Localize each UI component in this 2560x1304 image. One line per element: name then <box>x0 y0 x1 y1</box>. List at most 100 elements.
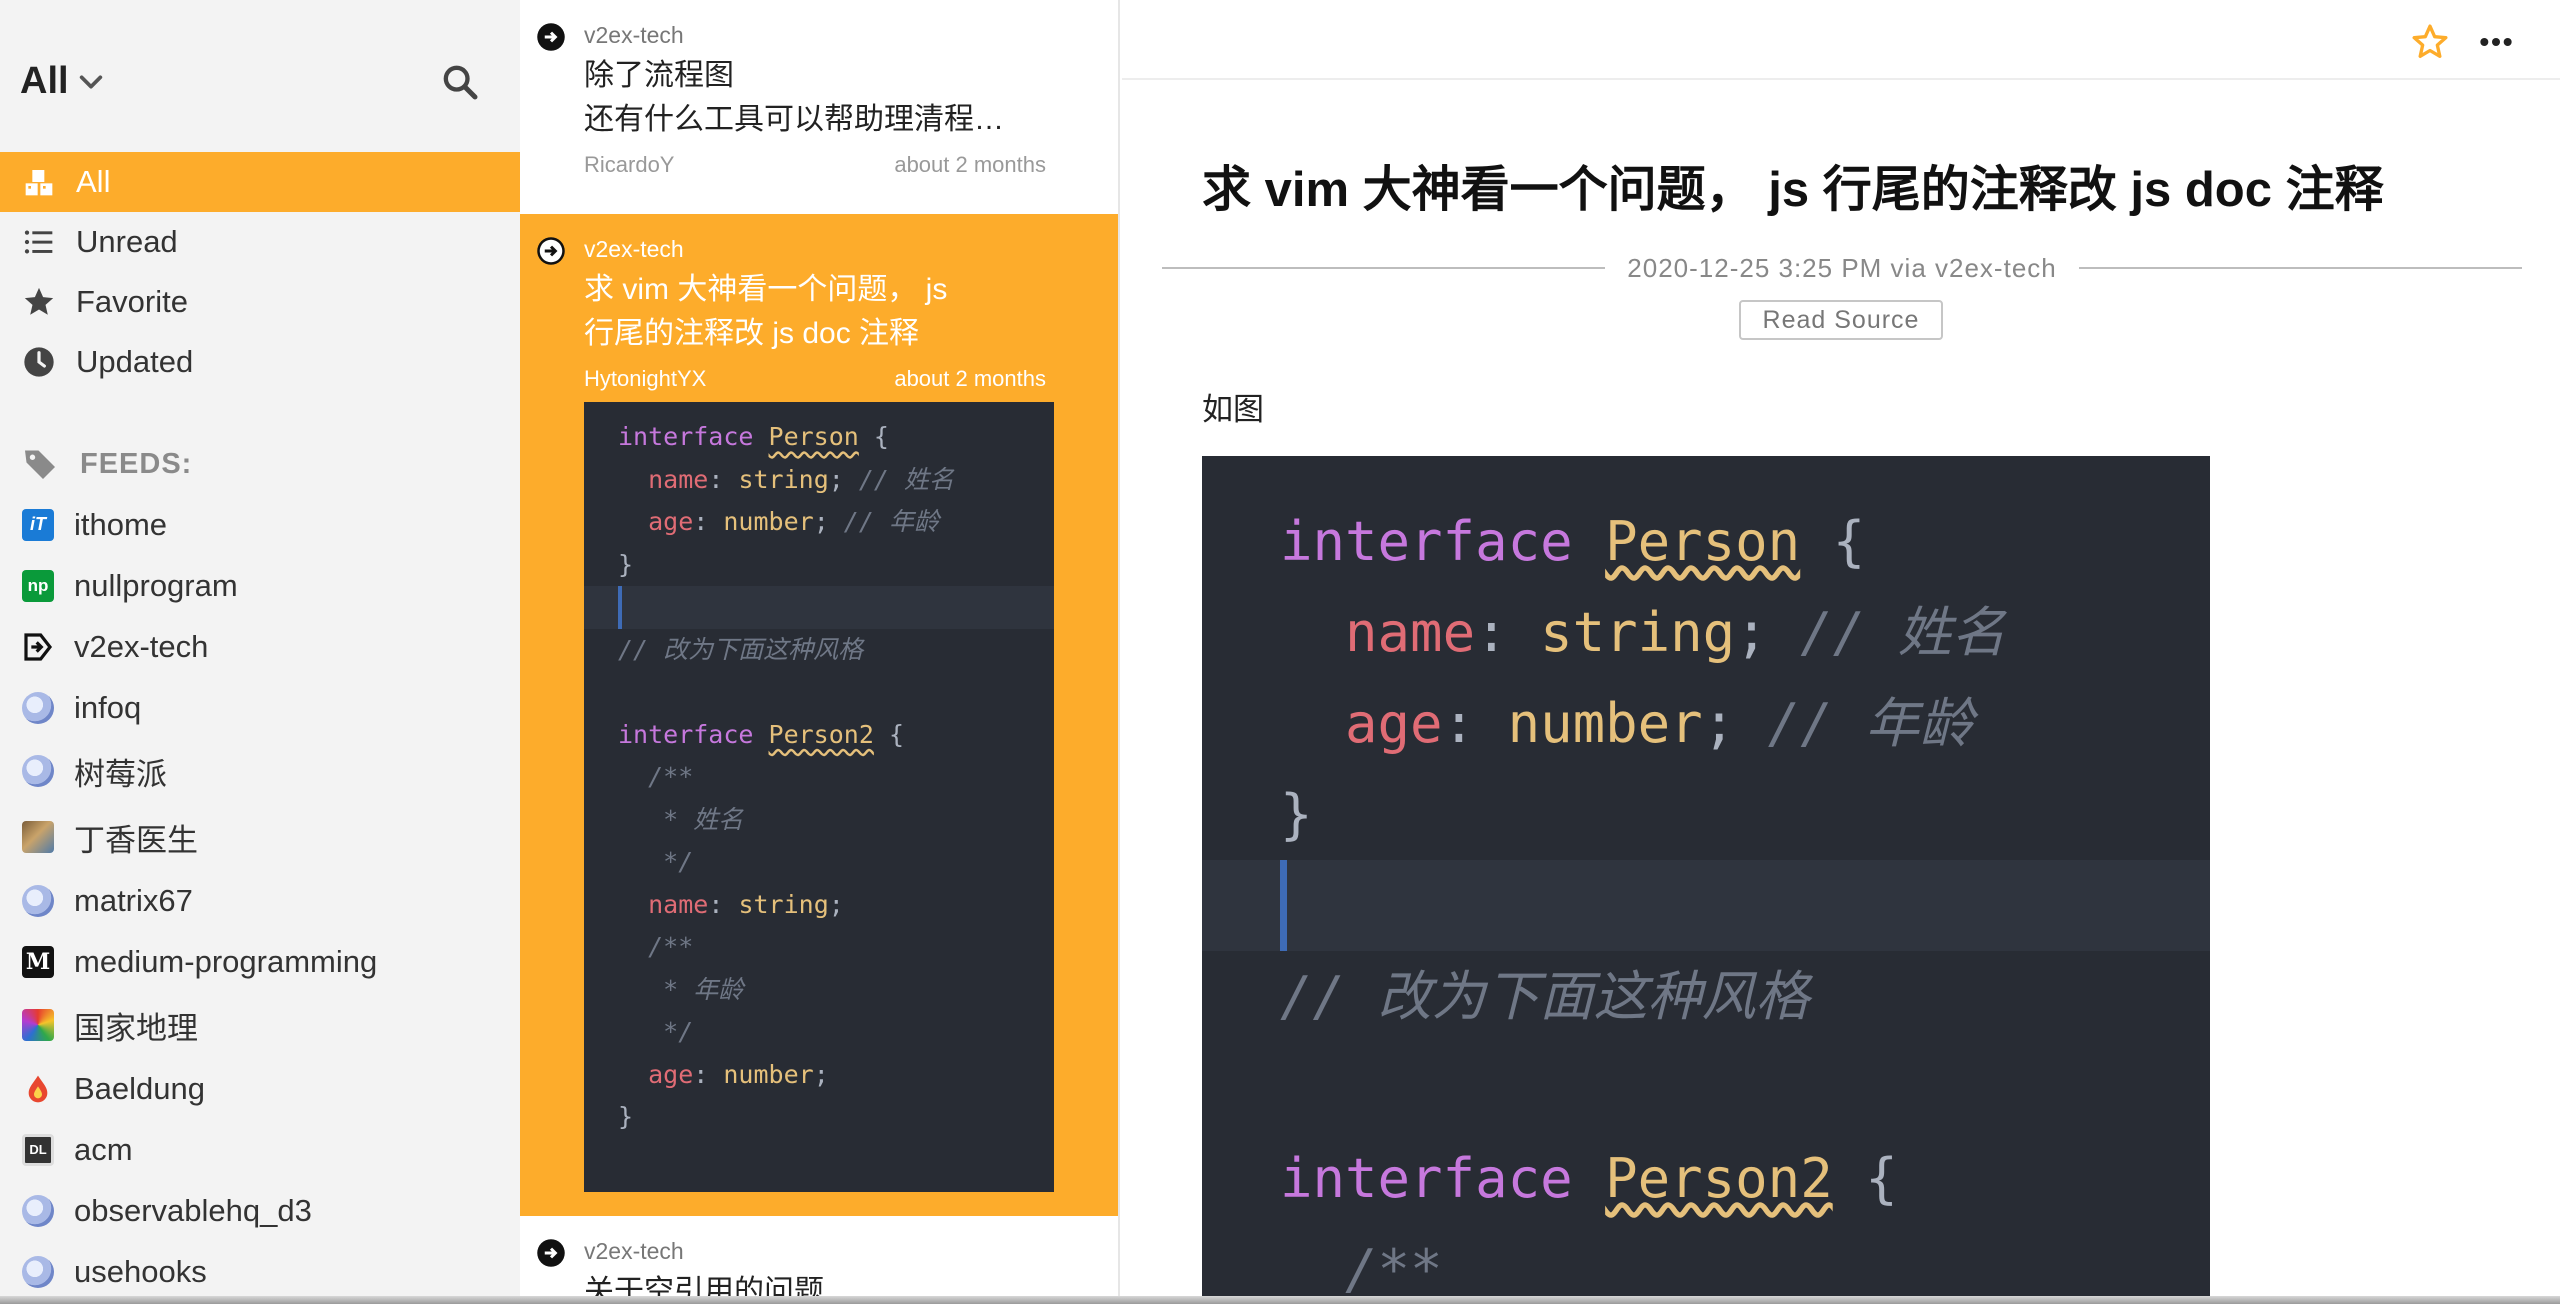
dxy-icon <box>22 821 54 853</box>
app-window: All All Unread Favorite Updated FEEDS: i… <box>0 0 2560 1304</box>
star-outline-icon[interactable] <box>2410 22 2450 62</box>
list-icon <box>22 225 56 259</box>
nav-label: Updated <box>76 344 194 379</box>
nav-label: All <box>76 164 111 199</box>
feed-label: infoq <box>74 689 142 725</box>
feed-item-acm[interactable]: DL acm <box>0 1119 520 1180</box>
article-meta-row: 2020-12-25 3:25 PM via v2ex-tech <box>1162 250 2523 286</box>
code-line: // 改为下面这种风格 <box>1280 965 1810 1028</box>
medium-icon: M <box>22 945 54 978</box>
baeldung-icon <box>22 1073 54 1105</box>
article-meta: HytonightYX about 2 months <box>584 366 1046 392</box>
code-line: age: number; // 年龄 <box>1345 692 1974 755</box>
list-item-selected[interactable]: v2ex-tech 求 vim 大神看一个问题， js 行尾的注释改 js do… <box>520 214 1118 1216</box>
feed-item-observablehq-d3[interactable]: observablehq_d3 <box>0 1180 520 1241</box>
feed-item-natgeo[interactable]: 国家地理 <box>0 992 520 1058</box>
nullprogram-icon: np <box>22 569 54 602</box>
code-line: /** <box>1345 1238 1443 1301</box>
code-line: } <box>1280 783 1313 846</box>
divider <box>1162 267 1606 269</box>
nav-item-updated[interactable]: Updated <box>0 332 520 392</box>
article-date: 2020-12-25 3:25 PM via v2ex-tech <box>1627 252 2057 283</box>
article-title-line: 行尾的注释改 js doc 注释 <box>584 317 920 350</box>
feeds-heading: FEEDS: <box>0 434 520 494</box>
filter-label: All <box>20 60 69 102</box>
code-line: */ <box>648 1017 694 1046</box>
search-icon[interactable] <box>440 62 480 102</box>
article-time: about 2 months <box>894 152 1046 177</box>
code-line: name: string; // 姓名 <box>648 464 955 494</box>
natgeo-icon <box>22 1009 54 1041</box>
code-line: age: number; // 年龄 <box>648 507 939 536</box>
feed-item-baeldung[interactable]: Baeldung <box>0 1058 520 1119</box>
feed-label: 树莓派 <box>74 756 167 792</box>
article-image: interface Person { name: string; // 姓名 a… <box>1202 456 2210 1304</box>
all-icon <box>22 165 56 199</box>
feed-item-usehooks[interactable]: usehooks <box>0 1241 520 1302</box>
list-item[interactable]: v2ex-tech 关于空引用的问题 <box>520 1216 1118 1304</box>
article-title-line: 还有什么工具可以帮助理清程… <box>584 103 1004 136</box>
article-meta: RicardoY about 2 months <box>584 152 1046 178</box>
acm-icon: DL <box>22 1133 54 1166</box>
feed-item-medium-programming[interactable]: M medium-programming <box>0 931 520 992</box>
more-icon[interactable] <box>2476 22 2516 62</box>
article-author: RicardoY <box>584 152 675 177</box>
feed-label: Baeldung <box>74 1070 206 1106</box>
clock-icon <box>22 345 56 379</box>
code-line: interface Person { <box>618 422 889 451</box>
code-line: */ <box>648 847 694 876</box>
window-bottom-edge <box>0 1296 2560 1304</box>
tag-icon <box>25 450 55 479</box>
code-line: name: string; <box>648 889 844 919</box>
feed-item-infoq[interactable]: infoq <box>0 677 520 738</box>
article-time: about 2 months <box>894 366 1046 391</box>
code-line: * 年龄 <box>648 974 744 1004</box>
article-source: v2ex-tech <box>584 1238 684 1264</box>
globe-icon <box>22 1255 54 1288</box>
list-item[interactable]: v2ex-tech 除了流程图 还有什么工具可以帮助理清程… RicardoY … <box>520 0 1118 214</box>
star-icon <box>22 285 56 319</box>
nav-item-all[interactable]: All <box>0 152 520 212</box>
feed-label: ithome <box>74 506 168 542</box>
code-line: interface Person2 { <box>1280 1147 1898 1210</box>
feed-label: acm <box>74 1131 133 1167</box>
article-source: v2ex-tech <box>584 236 684 262</box>
feed-label: matrix67 <box>74 882 193 918</box>
article-title-line: 求 vim 大神看一个问题， js <box>584 273 948 306</box>
feed-item-nullprogram[interactable]: np nullprogram <box>0 555 520 616</box>
feed-item-raspberrypi[interactable]: 树莓派 <box>0 738 520 804</box>
sidebar: All All Unread Favorite Updated FEEDS: i… <box>0 0 520 1304</box>
feeds-title: FEEDS: <box>80 447 193 480</box>
code-line: * 姓名 <box>648 804 744 834</box>
divider <box>2078 267 2523 269</box>
code-line-highlighted <box>1202 860 2210 951</box>
ithome-icon: iT <box>22 508 54 541</box>
nav-label: Unread <box>76 224 178 259</box>
article-list: v2ex-tech 除了流程图 还有什么工具可以帮助理清程… RicardoY … <box>520 0 1120 1304</box>
filter-dropdown[interactable]: All <box>20 60 105 103</box>
feed-item-matrix67[interactable]: matrix67 <box>0 870 520 931</box>
code-line: /** <box>648 762 694 791</box>
article-thumbnail: interface Person { name: string; // 姓名 a… <box>584 402 1054 1192</box>
sidebar-header: All <box>0 0 520 152</box>
feed-label: v2ex-tech <box>74 628 209 664</box>
read-source-button[interactable]: Read Source <box>1739 300 1943 340</box>
feed-label: 国家地理 <box>74 1010 198 1046</box>
feed-label: 丁香医生 <box>74 822 198 858</box>
v2ex-icon <box>537 1239 565 1267</box>
nav-item-favorite[interactable]: Favorite <box>0 272 520 332</box>
feed-item-ithome[interactable]: iT ithome <box>0 494 520 555</box>
nav-label: Favorite <box>76 284 188 319</box>
article-source: v2ex-tech <box>584 22 684 48</box>
reader-toolbar <box>1122 0 2560 80</box>
code-line: // 改为下面这种风格 <box>618 634 864 664</box>
feed-item-dxy[interactable]: 丁香医生 <box>0 804 520 870</box>
code-line: } <box>618 549 634 579</box>
article-title-line: 除了流程图 <box>584 59 734 92</box>
globe-icon <box>22 1194 54 1227</box>
feed-item-v2ex-tech[interactable]: v2ex-tech <box>0 616 520 677</box>
feed-label: usehooks <box>74 1253 207 1289</box>
nav-item-unread[interactable]: Unread <box>0 212 520 272</box>
chevron-down-icon <box>79 74 102 89</box>
